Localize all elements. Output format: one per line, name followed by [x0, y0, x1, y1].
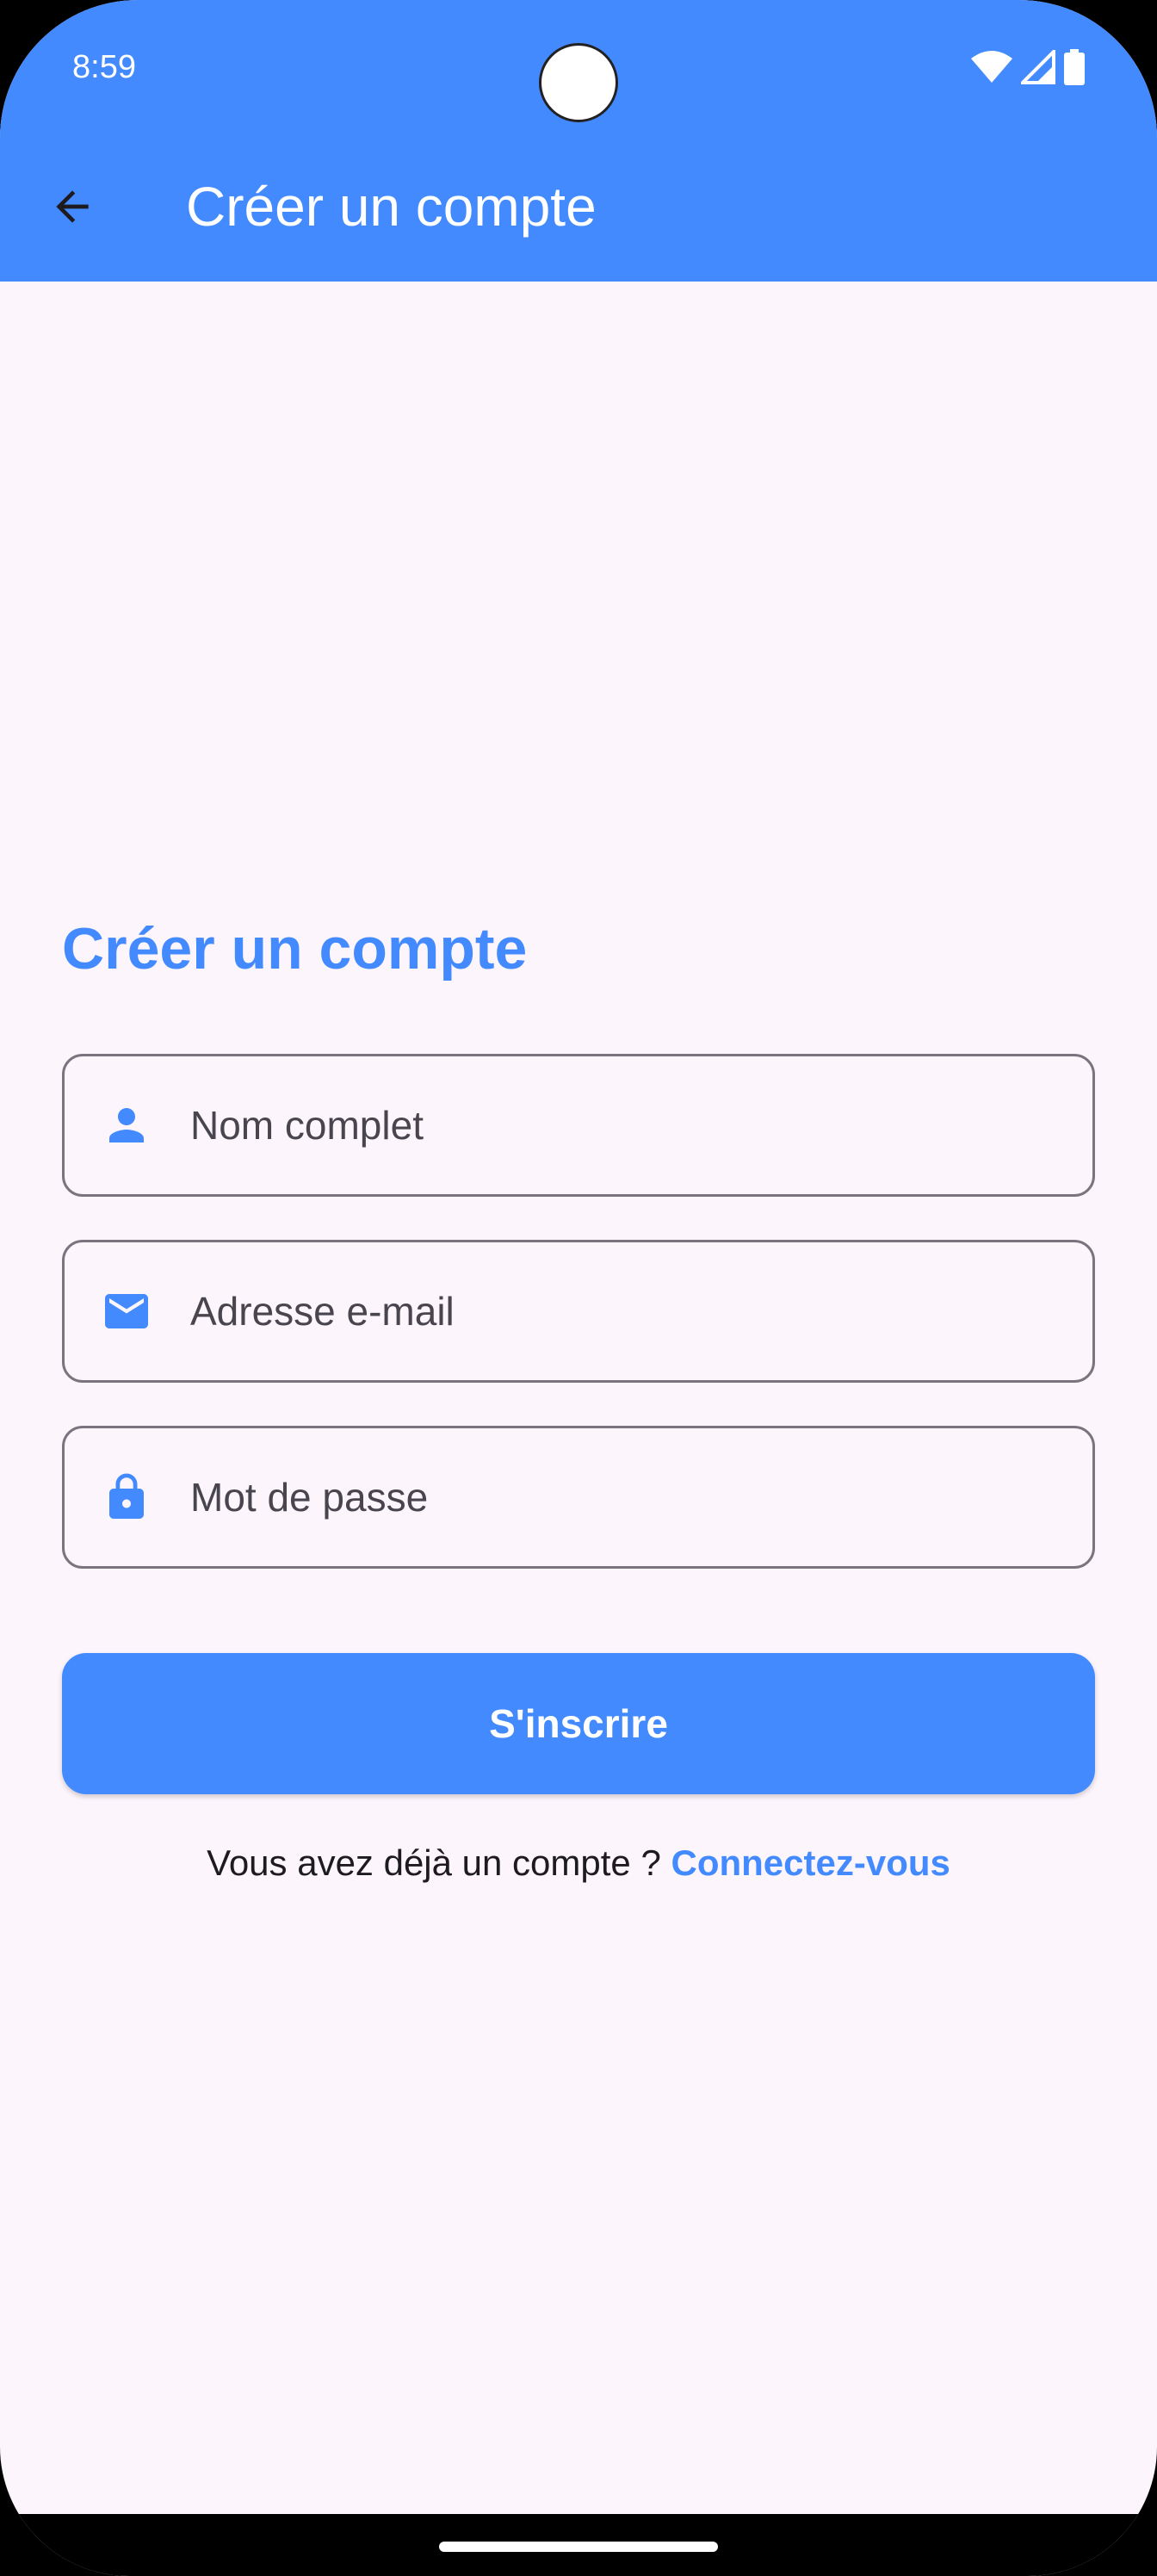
mail-icon — [101, 1285, 152, 1337]
cell-signal-icon — [1021, 50, 1055, 84]
battery-icon — [1064, 49, 1085, 85]
back-button[interactable] — [38, 172, 107, 241]
wifi-icon — [971, 50, 1012, 84]
home-gesture-handle[interactable] — [439, 2542, 718, 2552]
login-prompt-line: Vous avez déjà un compte ? Connectez-vou… — [0, 1839, 1157, 1887]
camera-cutout — [539, 43, 618, 122]
person-icon — [101, 1099, 152, 1151]
full-name-field[interactable] — [62, 1054, 1095, 1197]
login-prompt-text: Vous avez déjà un compte ? — [207, 1842, 671, 1883]
lock-icon — [101, 1471, 152, 1523]
arrow-back-icon — [56, 190, 89, 223]
email-field[interactable] — [62, 1240, 1095, 1383]
form-heading: Créer un compte — [62, 916, 528, 981]
status-time: 8:59 — [72, 49, 136, 85]
app-bar-title: Créer un compte — [186, 176, 597, 238]
app-bar: 8:59 Créer un compte — [0, 0, 1157, 282]
phone-screen: 8:59 Créer un compte Créer un compte Nom… — [0, 0, 1157, 2576]
password-input[interactable] — [190, 1428, 1092, 1566]
full-name-input[interactable] — [190, 1056, 1092, 1194]
status-icons — [971, 48, 1085, 86]
login-link[interactable]: Connectez-vous — [671, 1842, 950, 1883]
password-field[interactable] — [62, 1426, 1095, 1569]
email-input[interactable] — [190, 1242, 1092, 1380]
signup-button[interactable]: S'inscrire — [62, 1653, 1095, 1794]
